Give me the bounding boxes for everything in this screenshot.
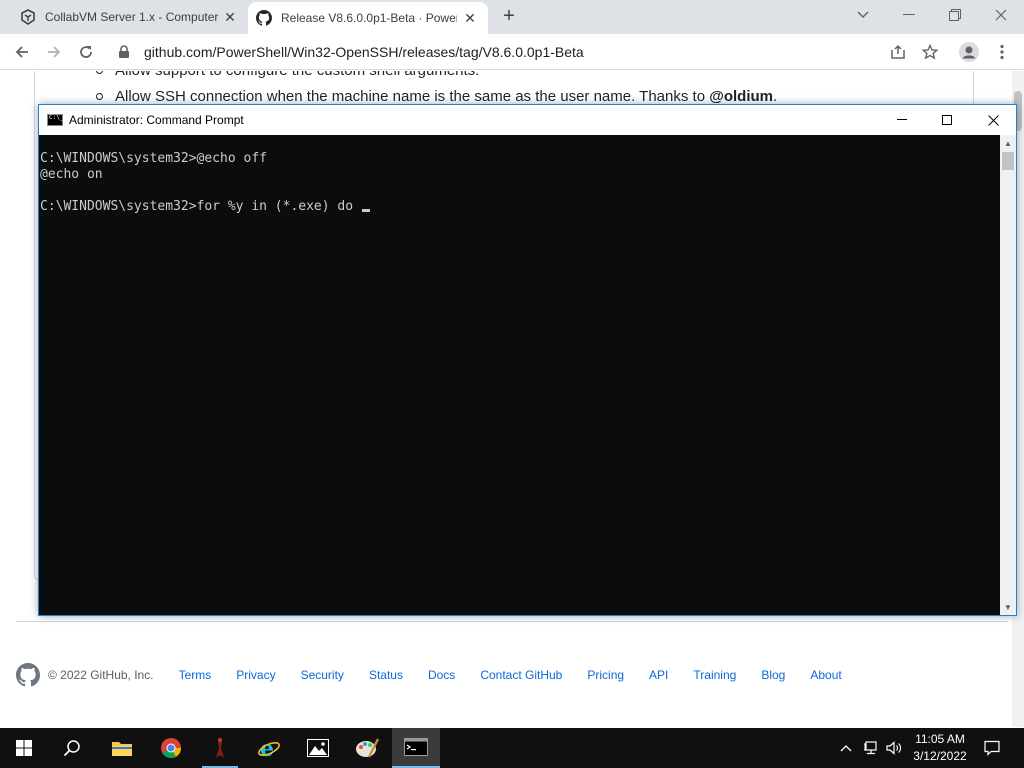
show-hidden-icons-chevron-icon[interactable] (838, 728, 854, 768)
start-icon[interactable] (0, 728, 48, 768)
bullet-icon (96, 71, 103, 74)
bullet-icon (96, 93, 103, 100)
copyright-text: © 2022 GitHub, Inc. (48, 668, 154, 682)
maximize-icon[interactable] (924, 105, 970, 135)
volume-icon[interactable] (885, 728, 903, 768)
system-clock[interactable]: 11:05 AM 3/12/2022 (905, 731, 975, 765)
punctuation: . (773, 88, 778, 105)
lock-icon[interactable] (118, 45, 132, 59)
paint-icon[interactable] (343, 728, 391, 768)
chrome-icon[interactable] (147, 728, 195, 768)
release-note-item: Allow support to configure the custom sh… (96, 71, 479, 79)
footer-link-blog[interactable]: Blog (761, 668, 785, 682)
address-bar[interactable]: github.com/PowerShell/Win32-OpenSSH/rele… (110, 38, 950, 66)
close-icon[interactable] (970, 105, 1016, 135)
footer-link-pricing[interactable]: Pricing (587, 668, 624, 682)
release-note-text: Allow support to configure the custom sh… (115, 71, 479, 79)
user-mention-link[interactable]: @oldium (709, 88, 773, 105)
footer-link-contact[interactable]: Contact GitHub (480, 668, 562, 682)
profile-avatar-icon[interactable] (957, 40, 981, 64)
terminal-output[interactable]: C:\WINDOWS\system32>@echo off @echo on C:\… (39, 135, 1000, 615)
share-icon[interactable] (886, 40, 910, 64)
terminal-line: C:\WINDOWS\system32>@echo off (40, 151, 267, 166)
scroll-up-arrow-icon[interactable]: ▲ (1000, 135, 1016, 151)
cmd-title-bar[interactable]: Administrator: Command Prompt (39, 105, 1016, 135)
command-prompt-icon (47, 114, 63, 126)
footer-link-api[interactable]: API (649, 668, 668, 682)
forward-icon[interactable] (42, 40, 66, 64)
clock-time: 11:05 AM (915, 732, 965, 746)
command-prompt-window[interactable]: Administrator: Command Prompt C:\WINDOWS… (38, 104, 1017, 616)
tab-collabvm[interactable]: CollabVM Server 1.x - Computer ✕ (12, 0, 248, 34)
clock-date: 3/12/2022 (913, 749, 967, 763)
menu-dots-icon[interactable] (990, 40, 1014, 64)
command-prompt-taskbar-icon[interactable] (392, 728, 440, 768)
close-window-icon[interactable] (987, 4, 1015, 26)
release-note-item: Allow SSH connection when the machine na… (96, 88, 777, 105)
terminal-line: @echo on (40, 167, 103, 182)
search-icon[interactable] (48, 728, 96, 768)
taskbar: e 11:05 AM 3/12/2022 (0, 728, 1024, 768)
network-icon[interactable] (862, 728, 880, 768)
browser-tab-bar: CollabVM Server 1.x - Computer ✕ Release… (0, 0, 1024, 34)
internet-explorer-icon[interactable]: e (245, 728, 293, 768)
cmd-scrollbar[interactable]: ▲ ▼ (1000, 135, 1016, 615)
terminal-input-line[interactable]: C:\WINDOWS\system32>for %y in (*.exe) do (40, 199, 1000, 215)
restore-icon[interactable] (941, 4, 969, 26)
minimize-icon[interactable] (879, 105, 925, 135)
window-title: Administrator: Command Prompt (69, 113, 244, 127)
footer-link-privacy[interactable]: Privacy (236, 668, 275, 682)
tab-search-icon[interactable] (849, 4, 877, 26)
footer-divider (16, 621, 1008, 622)
photos-icon[interactable] (294, 728, 342, 768)
back-icon[interactable] (10, 40, 34, 64)
close-icon[interactable]: ✕ (462, 10, 478, 26)
tab-title: CollabVM Server 1.x - Computer (45, 10, 219, 24)
tab-github-release[interactable]: Release V8.6.0.0p1-Beta · PowerS ✕ (248, 2, 488, 34)
close-icon[interactable]: ✕ (222, 9, 238, 25)
scrollbar-thumb[interactable] (1002, 152, 1014, 170)
tab-title: Release V8.6.0.0p1-Beta · PowerS (281, 11, 457, 25)
browser-toolbar: github.com/PowerShell/Win32-OpenSSH/rele… (0, 34, 1024, 70)
footer-link-terms[interactable]: Terms (179, 668, 212, 682)
footer-link-security[interactable]: Security (301, 668, 344, 682)
action-center-icon[interactable] (982, 728, 1002, 768)
github-icon (256, 10, 272, 26)
file-explorer-icon[interactable] (98, 728, 146, 768)
scroll-down-arrow-icon[interactable]: ▼ (1000, 599, 1016, 615)
footer: © 2022 GitHub, Inc. Terms Privacy Securi… (16, 663, 867, 687)
minimize-icon[interactable] (895, 4, 923, 26)
collabvm-icon (20, 9, 36, 25)
footer-link-about[interactable]: About (810, 668, 841, 682)
footer-link-status[interactable]: Status (369, 668, 403, 682)
app-icon[interactable] (196, 728, 244, 768)
new-tab-button[interactable]: + (498, 5, 520, 27)
footer-link-training[interactable]: Training (693, 668, 736, 682)
text-cursor (361, 209, 370, 212)
footer-link-docs[interactable]: Docs (428, 668, 455, 682)
bookmark-star-icon[interactable] (918, 40, 942, 64)
release-note-text: Allow SSH connection when the machine na… (115, 88, 706, 105)
url-text: github.com/PowerShell/Win32-OpenSSH/rele… (144, 44, 584, 60)
reload-icon[interactable] (74, 40, 98, 64)
terminal-command: C:\WINDOWS\system32>for %y in (*.exe) do (40, 199, 361, 214)
github-logo-icon[interactable] (16, 663, 40, 687)
